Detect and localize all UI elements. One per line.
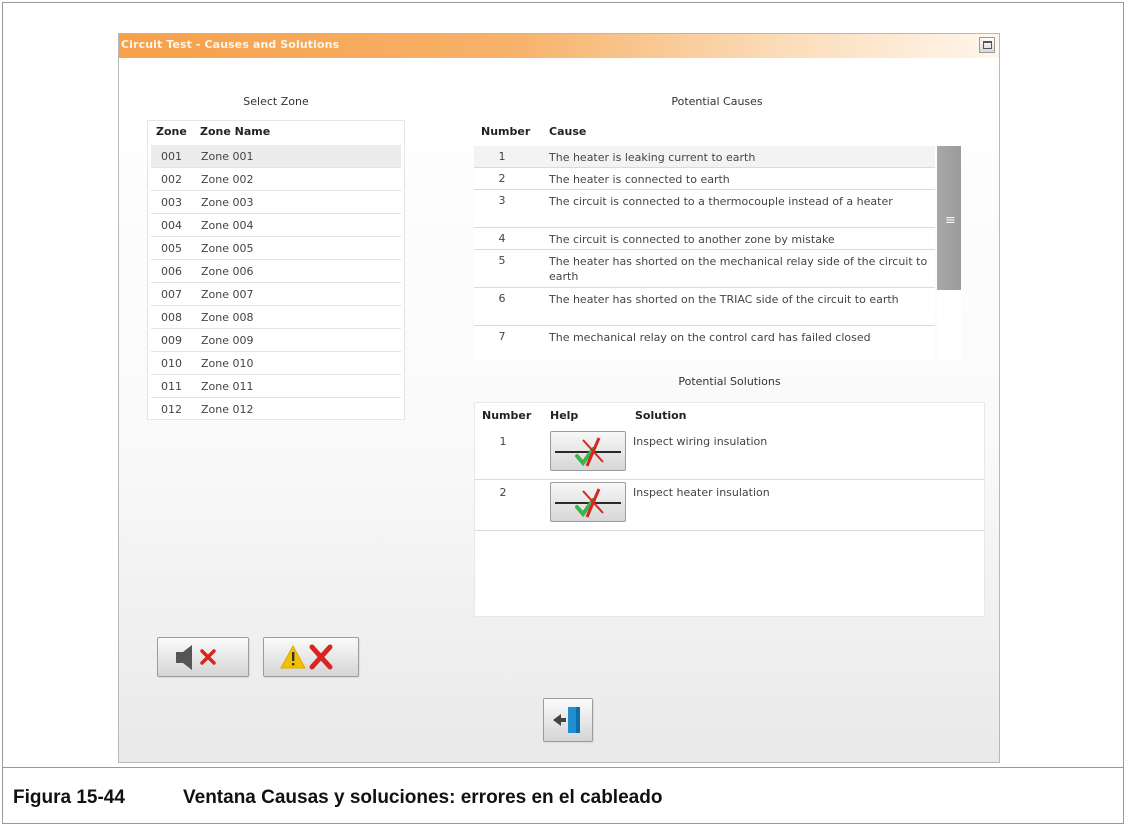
cause-number: 1 — [498, 150, 506, 163]
zone-column-header: Zone — [156, 125, 187, 138]
cause-row[interactable]: 3 The circuit is connected to a thermoco… — [474, 190, 935, 228]
select-zone-caption: Select Zone — [243, 95, 309, 108]
zone-number: 012 — [161, 403, 182, 416]
cause-row[interactable]: 4 The circuit is connected to another zo… — [474, 228, 935, 250]
cause-number: 3 — [498, 194, 506, 207]
cause-text: The heater has shorted on the mechanical… — [549, 255, 928, 283]
cause-number: 4 — [498, 232, 506, 245]
solution-row[interactable]: 2 Inspect heater insulation — [475, 480, 984, 531]
cause-row[interactable]: 1 The heater is leaking current to earth — [474, 146, 935, 168]
cause-text: The heater has shorted on the TRIAC side… — [549, 293, 899, 306]
window-title: Circuit Test - Causes and Solutions — [121, 38, 340, 51]
speaker-mute-icon — [176, 645, 216, 670]
zone-name: Zone 012 — [201, 403, 254, 416]
cause-number: 7 — [498, 330, 506, 343]
zone-number: 006 — [161, 265, 182, 278]
cause-text: The circuit is connected to another zone… — [549, 233, 835, 246]
causes-table: Number Cause 1 The heater is leaking cur… — [474, 120, 935, 360]
zone-name: Zone 002 — [201, 173, 254, 186]
help-button[interactable] — [550, 482, 626, 522]
zone-number: 003 — [161, 196, 182, 209]
title-bar[interactable]: Circuit Test - Causes and Solutions — [119, 34, 999, 58]
zone-name: Zone 004 — [201, 219, 254, 232]
zone-row[interactable]: 006 Zone 006 — [151, 260, 401, 283]
zone-number: 005 — [161, 242, 182, 255]
zone-name: Zone 001 — [201, 150, 254, 163]
cause-column-header: Cause — [549, 125, 587, 138]
zone-number: 004 — [161, 219, 182, 232]
cause-row[interactable]: 5 The heater has shorted on the mechanic… — [474, 250, 935, 288]
cause-text: The mechanical relay on the control card… — [549, 331, 871, 344]
minimize-button[interactable] — [979, 37, 995, 53]
cause-number: 6 — [498, 292, 506, 305]
zone-row[interactable]: 003 Zone 003 — [151, 191, 401, 214]
help-button[interactable] — [550, 431, 626, 471]
solution-row[interactable]: 1 Inspect wiring insulation — [475, 429, 984, 480]
exit-door-icon — [553, 707, 580, 733]
solution-number: 1 — [499, 435, 507, 448]
zone-row[interactable]: 011 Zone 011 — [151, 375, 401, 398]
zone-number: 009 — [161, 334, 182, 347]
zone-name: Zone 005 — [201, 242, 254, 255]
figure-text: Ventana Causas y soluciones: errores en … — [183, 787, 663, 808]
potential-solutions-caption: Potential Solutions — [678, 375, 781, 388]
zone-row[interactable]: 008 Zone 008 — [151, 306, 401, 329]
exit-button[interactable] — [543, 698, 593, 742]
solution-column-header: Solution — [635, 409, 687, 422]
cause-row[interactable]: 2 The heater is connected to earth — [474, 168, 935, 190]
zone-row[interactable]: 009 Zone 009 — [151, 329, 401, 352]
scroll-grip-icon: ≡ — [945, 213, 956, 228]
figure-caption: Figura 15-44 Ventana Causas y soluciones… — [2, 767, 1124, 824]
zone-name: Zone 003 — [201, 196, 254, 209]
help-column-header: Help — [550, 409, 579, 422]
minimize-window-icon — [983, 41, 992, 49]
zone-row[interactable]: 012 Zone 012 — [151, 398, 401, 421]
number-column-header: Number — [481, 125, 531, 138]
zone-name: Zone 011 — [201, 380, 254, 393]
zone-row[interactable]: 007 Zone 007 — [151, 283, 401, 306]
zone-number: 008 — [161, 311, 182, 324]
figure-label: Figura 15-44 — [13, 787, 125, 808]
solutions-table: Number Help Solution 1 Inspect wiring in… — [474, 402, 985, 617]
zone-name: Zone 006 — [201, 265, 254, 278]
mute-alarm-button[interactable] — [157, 637, 249, 677]
zone-number: 002 — [161, 173, 182, 186]
cause-row[interactable]: 7 The mechanical relay on the control ca… — [474, 326, 935, 360]
zone-name-column-header: Zone Name — [200, 125, 271, 138]
cause-text: The heater is leaking current to earth — [549, 151, 756, 164]
zone-row[interactable]: 010 Zone 010 — [151, 352, 401, 375]
causes-solutions-window: Circuit Test - Causes and Solutions Sele… — [118, 33, 1000, 763]
zone-number: 010 — [161, 357, 182, 370]
number-column-header: Number — [482, 409, 532, 422]
warning-clear-icon — [280, 644, 333, 670]
solution-text: Inspect wiring insulation — [633, 435, 768, 448]
clear-warning-button[interactable] — [263, 637, 359, 677]
solution-text: Inspect heater insulation — [633, 486, 770, 499]
wiring-fault-icon — [555, 488, 621, 518]
zone-name: Zone 009 — [201, 334, 254, 347]
zone-row[interactable]: 001 Zone 001 — [151, 145, 401, 168]
zone-name: Zone 007 — [201, 288, 254, 301]
zone-name: Zone 008 — [201, 311, 254, 324]
figure-frame: Circuit Test - Causes and Solutions Sele… — [2, 2, 1124, 768]
potential-causes-caption: Potential Causes — [671, 95, 763, 108]
zone-number: 011 — [161, 380, 182, 393]
cause-row[interactable]: 6 The heater has shorted on the TRIAC si… — [474, 288, 935, 326]
zone-number: 007 — [161, 288, 182, 301]
cause-number: 2 — [498, 172, 506, 185]
zone-name: Zone 010 — [201, 357, 254, 370]
zone-row[interactable]: 004 Zone 004 — [151, 214, 401, 237]
solution-number: 2 — [499, 486, 507, 499]
zone-row[interactable]: 002 Zone 002 — [151, 168, 401, 191]
zone-row[interactable]: 005 Zone 005 — [151, 237, 401, 260]
cause-text: The circuit is connected to a thermocoup… — [549, 195, 893, 208]
wiring-fault-icon — [555, 437, 621, 467]
cause-number: 5 — [498, 254, 506, 267]
zone-list: Zone Zone Name 001 Zone 001 002 Zone 002 0… — [147, 120, 405, 420]
cause-text: The heater is connected to earth — [549, 173, 730, 186]
zone-number: 001 — [161, 150, 182, 163]
